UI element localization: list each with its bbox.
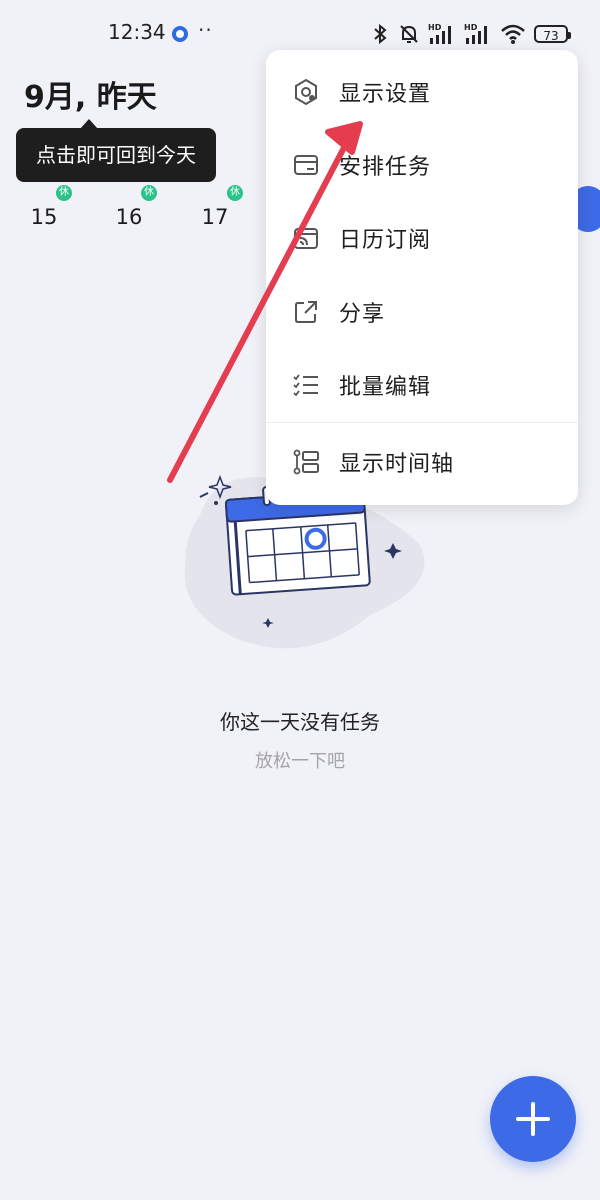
gear-hex-icon — [291, 77, 321, 107]
schedule-card-icon — [291, 150, 321, 180]
menu-item-display-settings[interactable]: 显示设置 — [266, 62, 578, 122]
menu-item-label: 批量编辑 — [339, 375, 432, 400]
batch-edit-checklist-icon — [291, 370, 321, 400]
empty-state-title: 你这一天没有任务 — [220, 710, 380, 734]
empty-state-subtitle: 放松一下吧 — [255, 751, 345, 772]
bell-muted-icon — [400, 25, 418, 43]
date-title[interactable]: 9月, 昨天 — [24, 72, 157, 116]
more-dots-icon: ·· — [198, 18, 213, 42]
calendar-subscribe-icon — [291, 223, 321, 253]
menu-divider — [266, 422, 578, 423]
menu-item-calendar-subscribe[interactable]: 日历订阅 — [266, 208, 578, 268]
menu-item-label: 显示设置 — [339, 82, 432, 107]
menu-item-label: 分享 — [339, 302, 386, 327]
holiday-badge: 休 — [56, 185, 72, 201]
menu-item-label: 日历订阅 — [339, 228, 432, 253]
wifi-icon — [501, 24, 525, 44]
bluetooth-icon — [374, 23, 387, 45]
holiday-badge: 休 — [141, 185, 157, 201]
signal-hd-icon: HD — [428, 23, 451, 44]
day-cell[interactable]: 休 17 — [195, 180, 243, 229]
timeline-icon — [291, 447, 321, 477]
menu-item-share[interactable]: 分享 — [266, 282, 578, 342]
signal-hd-icon: HD — [464, 23, 487, 44]
back-to-today-tooltip[interactable]: 点击即可回到今天 — [16, 119, 216, 182]
menu-item-batch-edit[interactable]: 批量编辑 — [266, 355, 578, 415]
menu-item-schedule-task[interactable]: 安排任务 — [266, 135, 578, 195]
day-cell[interactable]: 休 16 — [109, 180, 157, 229]
menu-item-label: 显示时间轴 — [339, 452, 455, 477]
battery-icon: 73 — [534, 25, 571, 43]
menu-item-show-timeline[interactable]: 显示时间轴 — [266, 432, 578, 492]
plus-icon — [516, 1102, 550, 1136]
menu-item-label: 安排任务 — [339, 155, 432, 180]
app-notification-icon — [172, 26, 188, 42]
day-number: 16 — [115, 205, 143, 229]
overflow-menu: 显示设置 安排任务 日历订阅 分享 批量编辑 显示时间轴 — [266, 50, 578, 505]
status-icons: HD HD 73 — [370, 20, 571, 48]
status-time: 12:34 — [108, 20, 166, 44]
svg-text:HD: HD — [428, 23, 442, 32]
share-icon — [291, 297, 321, 327]
day-cell[interactable]: 休 15 — [24, 180, 72, 229]
day-number: 15 — [30, 205, 58, 229]
add-task-button[interactable] — [490, 1076, 576, 1162]
holiday-badge: 休 — [227, 185, 243, 201]
day-number: 17 — [201, 205, 229, 229]
svg-text:HD: HD — [464, 23, 478, 32]
